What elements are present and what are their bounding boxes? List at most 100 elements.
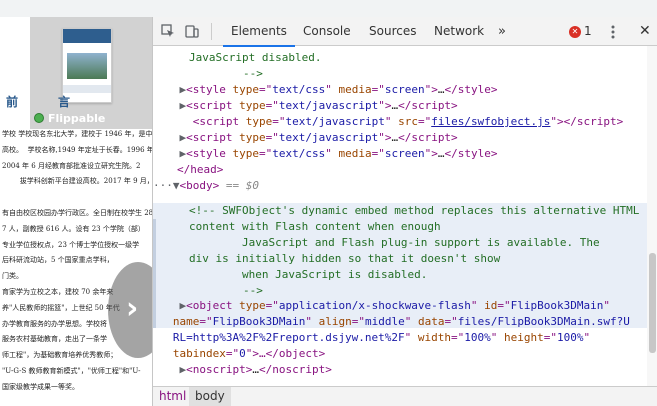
expand-triangle-icon[interactable]: ▶ xyxy=(153,147,186,160)
attr-value: middle xyxy=(364,315,405,328)
tab-network[interactable]: Network xyxy=(434,17,484,46)
attr-quote: =" xyxy=(371,147,385,160)
tab-console[interactable]: Console xyxy=(303,17,351,46)
attr-quote: =" xyxy=(199,315,213,328)
dom-line[interactable]: --> xyxy=(153,66,647,82)
comment-line[interactable]: div is initially hidden so that it doesn… xyxy=(153,251,647,267)
attr-value: 0 xyxy=(239,347,246,360)
dom-line-script[interactable]: ▶<script type="text/javascript">…</scrip… xyxy=(153,98,647,114)
expand-triangle-icon[interactable]: ▶ xyxy=(153,99,186,112)
attr-quote: =" xyxy=(543,331,558,344)
error-count[interactable]: 1 xyxy=(584,17,592,46)
ellipsis-icon[interactable]: ··· xyxy=(153,179,173,192)
attr-quote: " xyxy=(404,331,412,344)
comment-text: <!-- SWFObject's dynamic embed method re… xyxy=(189,204,640,217)
dom-line-head-close[interactable]: </head> xyxy=(153,162,647,178)
dom-line-style[interactable]: ▶<style type="text/css" media="screen">…… xyxy=(153,146,647,162)
comment-line[interactable]: when JavaScript is disabled. xyxy=(153,267,647,283)
attr-quote: " xyxy=(378,99,385,112)
toolbar-divider xyxy=(211,23,212,40)
attr-value: screen xyxy=(384,83,425,96)
dom-line-script[interactable]: ▶<script type="text/javascript">…</scrip… xyxy=(153,130,647,146)
inspect-element-icon[interactable] xyxy=(161,24,175,38)
attr-value: text/javascript xyxy=(285,115,385,128)
expand-triangle-icon[interactable]: ▼ xyxy=(173,179,180,192)
dom-line-body[interactable]: ···▼<body> == $0 xyxy=(153,178,647,194)
expand-triangle-icon[interactable]: ▶ xyxy=(153,299,186,312)
flippable-badge[interactable]: Flippable xyxy=(34,111,105,125)
book-cover-image[interactable] xyxy=(62,28,112,103)
attr-quote: =" xyxy=(259,147,273,160)
comment-text: JavaScript and Flash plug-in support is … xyxy=(189,236,600,249)
dom-line-object[interactable]: RL=http%3A%2F%2Freport.dsjyw.net%2F" wid… xyxy=(153,330,647,346)
breadcrumb-body[interactable]: body xyxy=(189,387,231,406)
dom-line[interactable]: JavaScript disabled. xyxy=(153,50,647,66)
comment-line[interactable]: content with Flash content when enough xyxy=(153,219,647,235)
dom-line-script-src[interactable]: <script type="text/javascript" src="file… xyxy=(153,114,647,130)
attr-name: src xyxy=(398,115,418,128)
comment-text: --> xyxy=(243,284,263,297)
attr-quote: " xyxy=(325,147,332,160)
kebab-menu-icon[interactable] xyxy=(611,25,615,39)
devtools-tabbar: Elements Console Sources Network » ✕ 1 ✕ xyxy=(153,17,657,47)
dom-line-style[interactable]: ▶<style type="text/css" media="screen">…… xyxy=(153,82,647,98)
text-line: "U-G-S 教师教育新模式"，"优师工程"和"U- xyxy=(2,367,141,375)
chevron-right-icon: › xyxy=(126,291,139,326)
close-tag: </script> xyxy=(398,99,458,112)
head-close-tag: </head> xyxy=(177,163,224,176)
more-tabs-button[interactable]: » xyxy=(498,17,506,46)
dom-line-object[interactable]: ▶<object type="application/x-shockwave-f… xyxy=(153,298,647,314)
open-tag: <script xyxy=(186,131,233,144)
cover-photo xyxy=(67,53,107,79)
error-icon[interactable]: ✕ xyxy=(569,26,581,38)
comment-end: --> xyxy=(243,67,263,80)
text-line: 高校。 学校名称,1949 年定址于长春。1996 年 9 月入 xyxy=(2,145,152,154)
attr-name: type xyxy=(239,299,266,312)
expand-triangle-icon[interactable]: ▶ xyxy=(153,131,186,144)
close-tag: </noscript> xyxy=(258,363,332,376)
tab-elements[interactable]: Elements xyxy=(223,17,295,47)
open-tag: <object xyxy=(186,299,233,312)
attr-quote: =" xyxy=(225,347,240,360)
expand-triangle-icon[interactable]: ▶ xyxy=(153,83,186,96)
close-tag: </style> xyxy=(444,147,498,160)
attr-quote: =" xyxy=(265,99,279,112)
comment-text: content with Flash content when enough xyxy=(189,220,441,233)
cover-band xyxy=(63,85,111,93)
close-devtools-icon[interactable]: ✕ xyxy=(639,17,651,46)
comment-line[interactable]: --> xyxy=(153,283,647,299)
attr-name: type xyxy=(232,147,260,160)
close-tag: </script> xyxy=(563,115,624,128)
attr-value: text/css xyxy=(272,147,326,160)
comment-line[interactable]: <!-- SWFObject's dynamic embed method re… xyxy=(153,203,647,219)
open-tag: <style xyxy=(186,147,226,160)
status-dot-icon xyxy=(34,113,44,123)
expand-triangle-icon[interactable]: ▶ xyxy=(153,363,186,376)
comment-text: JavaScript disabled. xyxy=(189,51,322,64)
dom-line-object[interactable]: tabindex="0">…</object> xyxy=(153,346,647,362)
devtools-panel: Elements Console Sources Network » ✕ 1 ✕… xyxy=(152,17,657,406)
comment-line[interactable]: JavaScript and Flash plug-in support is … xyxy=(153,235,647,251)
open-tag: <script xyxy=(186,99,233,112)
breadcrumb: html body xyxy=(153,386,657,406)
dom-line-object[interactable]: name="FlipBook3DMain" align="middle" dat… xyxy=(153,314,647,330)
attr-name: type xyxy=(232,83,260,96)
attr-quote: " xyxy=(490,331,498,344)
dom-line-noscript[interactable]: ▶<noscript>…</noscript> xyxy=(153,362,647,378)
dom-tree[interactable]: JavaScript disabled. --> ▶<style type="t… xyxy=(153,46,657,386)
dom-scroll-thumb[interactable] xyxy=(649,253,656,353)
attr-quote: =" xyxy=(451,331,465,344)
tab-sources[interactable]: Sources xyxy=(369,17,416,46)
attr-value: screen xyxy=(384,147,425,160)
attr-value: FlipBook3DMain xyxy=(510,299,604,312)
script-src-link[interactable]: files/swfobject.js xyxy=(431,115,550,128)
device-toolbar-icon[interactable] xyxy=(185,24,199,38)
attr-quote: " xyxy=(305,315,312,328)
attr-name: type xyxy=(245,115,273,128)
attr-quote: =" xyxy=(265,131,279,144)
breadcrumb-html[interactable]: html xyxy=(153,387,192,406)
comment-text: div is initially hidden so that it doesn… xyxy=(189,252,501,265)
